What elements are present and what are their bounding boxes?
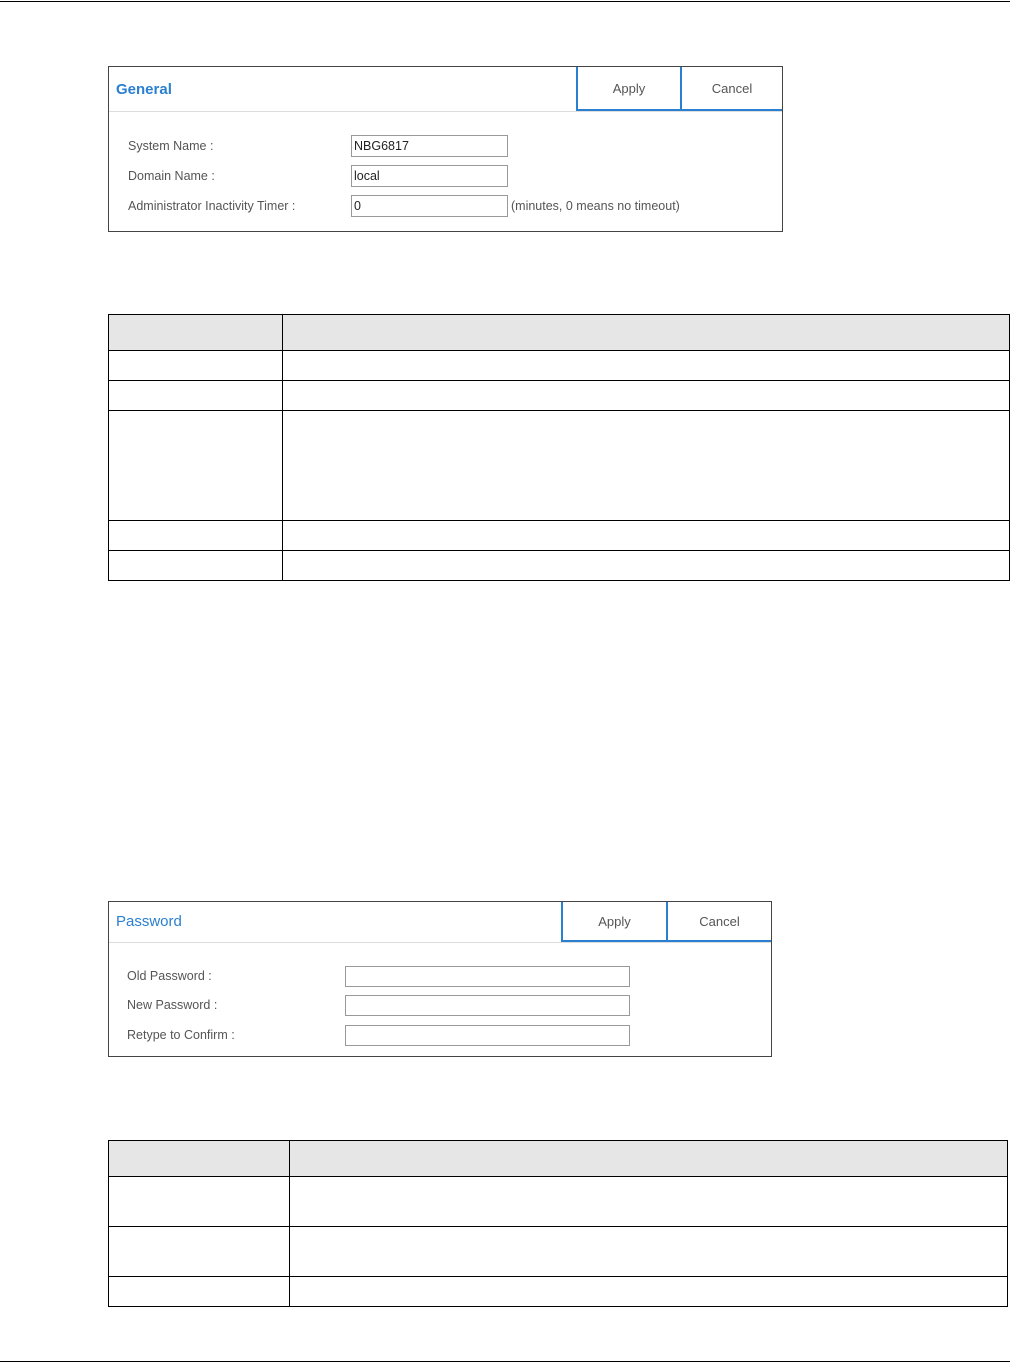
- table-cell: [289, 1276, 1008, 1307]
- table-cell: [282, 350, 1010, 381]
- new-password-field[interactable]: [345, 995, 630, 1016]
- table-cell: [108, 380, 283, 411]
- table-header-row: [108, 314, 1010, 351]
- table-row: [108, 350, 1010, 381]
- password-panel: Password Apply Cancel Old Password : New…: [108, 901, 772, 1057]
- cancel-button[interactable]: Cancel: [666, 902, 771, 942]
- table-cell: [108, 520, 283, 551]
- table-header-cell: [282, 314, 1010, 351]
- table-cell: [108, 350, 283, 381]
- system-name-label: System Name :: [128, 139, 214, 153]
- table-header-cell: [108, 1140, 290, 1177]
- top-rule: [0, 1, 1010, 2]
- general-panel: General Apply Cancel System Name : NBG68…: [108, 66, 783, 232]
- domain-name-field[interactable]: local: [351, 165, 508, 187]
- inactivity-timer-hint: (minutes, 0 means no timeout): [511, 199, 680, 213]
- table-row: [108, 1226, 1008, 1277]
- table-row: [108, 520, 1010, 551]
- retype-confirm-label: Retype to Confirm :: [127, 1028, 235, 1042]
- general-panel-title: General: [116, 81, 172, 98]
- table-row: [108, 550, 1010, 581]
- table-row: [108, 1276, 1008, 1307]
- password-panel-title: Password: [116, 913, 182, 930]
- system-name-field[interactable]: NBG6817: [351, 135, 508, 157]
- new-password-label: New Password :: [127, 998, 218, 1012]
- table-cell: [282, 520, 1010, 551]
- inactivity-timer-label: Administrator Inactivity Timer :: [128, 199, 296, 213]
- table-row: [108, 380, 1010, 411]
- old-password-label: Old Password :: [127, 969, 212, 983]
- table-cell: [108, 1176, 290, 1227]
- bottom-rule: [0, 1361, 1010, 1362]
- table-cell: [108, 1276, 290, 1307]
- password-panel-header: Password Apply Cancel: [109, 902, 771, 943]
- general-description-table: [108, 314, 1010, 581]
- table-header-row: [108, 1140, 1008, 1177]
- domain-name-label: Domain Name :: [128, 169, 215, 183]
- apply-button[interactable]: Apply: [576, 67, 680, 111]
- table-header-cell: [108, 314, 283, 351]
- old-password-field[interactable]: [345, 966, 630, 987]
- table-header-cell: [289, 1140, 1008, 1177]
- cancel-button[interactable]: Cancel: [680, 67, 782, 111]
- retype-confirm-field[interactable]: [345, 1025, 630, 1046]
- table-cell: [282, 550, 1010, 581]
- table-cell: [108, 1226, 290, 1277]
- apply-button[interactable]: Apply: [561, 902, 666, 942]
- table-cell: [282, 380, 1010, 411]
- password-description-table: [108, 1140, 1008, 1307]
- general-panel-header: General Apply Cancel: [109, 67, 782, 112]
- table-cell: [108, 410, 283, 521]
- inactivity-timer-field[interactable]: 0: [351, 195, 508, 217]
- table-row: [108, 410, 1010, 521]
- table-row: [108, 1176, 1008, 1227]
- table-cell: [108, 550, 283, 581]
- table-cell: [289, 1226, 1008, 1277]
- table-cell: [289, 1176, 1008, 1227]
- table-cell: [282, 410, 1010, 521]
